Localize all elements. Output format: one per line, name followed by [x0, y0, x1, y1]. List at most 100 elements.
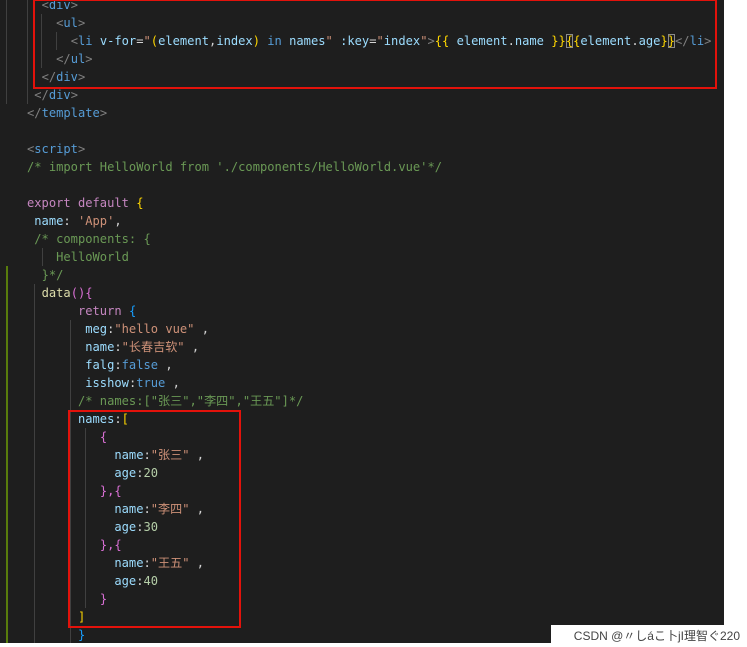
- code-line: /* names:["张三","李四","王五"]*/: [27, 392, 711, 410]
- code-token: 30: [143, 520, 159, 534]
- code-token: meg: [85, 322, 108, 336]
- code-line: </ul>: [27, 50, 711, 68]
- code-token: :key: [340, 34, 370, 48]
- code-token: :: [114, 412, 122, 426]
- code-line: name: 'App',: [27, 212, 711, 230]
- code-line: HelloWorld: [27, 248, 711, 266]
- code-line: names:[: [27, 410, 711, 428]
- code-token: >: [77, 70, 86, 84]
- code-token: names: [289, 34, 326, 48]
- code-token: isshow: [85, 376, 129, 390]
- code-line: }*/: [27, 266, 711, 284]
- code-token: <: [70, 34, 78, 48]
- code-token: in: [267, 34, 282, 48]
- code-token: >: [99, 106, 108, 120]
- code-token: (): [70, 286, 86, 300]
- code-token: .: [631, 34, 639, 48]
- code-line: export default {: [27, 194, 711, 212]
- code-token: :: [143, 556, 151, 570]
- code-token: ]: [77, 610, 86, 624]
- code-token: ul: [70, 52, 86, 66]
- code-token: },{: [99, 484, 122, 498]
- code-token: ,: [114, 214, 122, 228]
- code-line: }: [27, 590, 711, 608]
- code-token: /* names:["张三","李四","王五"]*/: [77, 394, 304, 408]
- code-token: {: [99, 430, 108, 444]
- code-token: name: [114, 448, 144, 462]
- code-token: }}: [551, 34, 566, 48]
- code-token: =: [369, 34, 377, 48]
- code-token: "长春吉软": [121, 340, 185, 354]
- code-token: {: [85, 286, 93, 300]
- code-token: }: [99, 592, 108, 606]
- code-token: HelloWorld: [56, 250, 129, 264]
- code-token: :: [136, 466, 144, 480]
- code-line: /* import HelloWorld from './components/…: [27, 158, 711, 176]
- code-token: 20: [143, 466, 159, 480]
- code-token: data: [41, 286, 71, 300]
- bracket-match-highlight: {: [565, 34, 574, 48]
- bracket-match-highlight: }: [667, 34, 676, 48]
- code-token: li: [689, 34, 705, 48]
- code-token: names: [77, 412, 115, 426]
- code-token: ): [252, 34, 260, 48]
- code-token: {{: [434, 34, 450, 48]
- code-token: true: [136, 376, 166, 390]
- code-token: age: [114, 574, 137, 588]
- code-token: name: [85, 340, 115, 354]
- code-content[interactable]: <div> <ul> <li v-for="(element,index) in…: [27, 0, 711, 643]
- code-token: ": [325, 34, 333, 48]
- code-token: :: [63, 214, 71, 228]
- code-line: ]: [27, 608, 711, 626]
- code-token: falg: [85, 358, 115, 372]
- code-token: return: [77, 304, 122, 318]
- code-token: li: [77, 34, 93, 48]
- code-line: meg:"hello vue" ,: [27, 320, 711, 338]
- git-added-indicator: [6, 266, 8, 643]
- code-token: age: [114, 520, 137, 534]
- code-token: ,: [189, 448, 205, 462]
- code-editor[interactable]: <div> <ul> <li v-for="(element,index) in…: [0, 0, 724, 643]
- code-token: </: [675, 34, 690, 48]
- code-line: name:"长春吉软" ,: [27, 338, 711, 356]
- code-token: "张三": [150, 448, 190, 462]
- code-token: :: [143, 448, 151, 462]
- code-token: >: [77, 142, 86, 156]
- code-token: </: [56, 52, 71, 66]
- code-token: export: [27, 196, 71, 210]
- code-token: ul: [63, 16, 78, 30]
- code-token: name: [514, 34, 544, 48]
- code-token: /* components: {: [34, 232, 151, 246]
- code-token: ": [376, 34, 384, 48]
- code-token: :: [143, 502, 151, 516]
- code-token: </: [41, 70, 57, 84]
- code-token: >: [70, 0, 78, 12]
- code-token: >: [70, 88, 78, 102]
- code-token: >: [77, 16, 86, 30]
- code-token: ,: [189, 556, 205, 570]
- code-token: /* import HelloWorld from './components/…: [27, 160, 443, 174]
- code-token: script: [34, 142, 78, 156]
- code-token: ,: [189, 502, 205, 516]
- code-line: name:"李四" ,: [27, 500, 711, 518]
- code-line: isshow:true ,: [27, 374, 711, 392]
- code-token: (: [150, 34, 159, 48]
- code-token: element: [158, 34, 210, 48]
- code-token: template: [41, 106, 100, 120]
